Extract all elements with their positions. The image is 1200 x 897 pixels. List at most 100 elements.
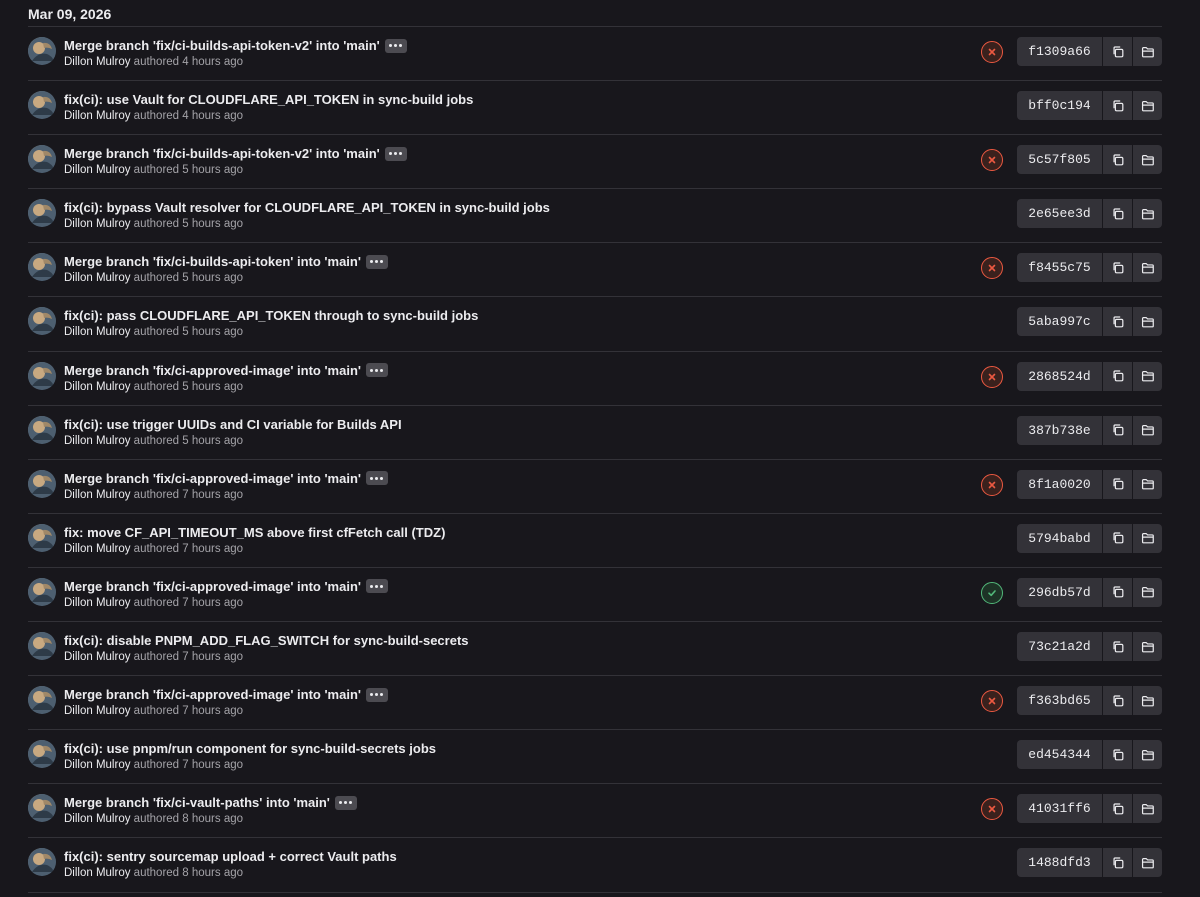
browse-files-button[interactable] [1133,632,1162,662]
commit-title[interactable]: fix: move CF_API_TIMEOUT_MS above first … [64,525,445,540]
browse-files-button[interactable] [1133,91,1162,121]
copy-sha-button[interactable] [1103,145,1132,175]
author-avatar[interactable] [28,469,56,498]
copy-sha-button[interactable] [1103,632,1132,662]
browse-files-button[interactable] [1133,794,1162,824]
commit-sha[interactable]: ed454344 [1017,740,1102,770]
commit-author[interactable]: Dillon Mulroy [64,597,130,609]
commit-title[interactable]: Merge branch 'fix/ci-builds-api-token' i… [64,254,361,269]
commit-sha[interactable]: 1488dfd3 [1017,848,1102,878]
copy-sha-button[interactable] [1103,253,1132,283]
browse-files-button[interactable] [1133,361,1162,391]
commit-sha[interactable]: f363bd65 [1017,686,1102,716]
commit-author[interactable]: Dillon Mulroy [64,867,130,879]
browse-files-button[interactable] [1133,307,1162,337]
commit-sha[interactable]: 2868524d [1017,361,1102,391]
copy-sha-button[interactable] [1103,415,1132,445]
commit-title[interactable]: fix(ci): pass CLOUDFLARE_API_TOKEN throu… [64,308,478,323]
author-avatar[interactable] [28,686,56,715]
commit-title[interactable]: Merge branch 'fix/ci-approved-image' int… [64,687,361,702]
browse-files-button[interactable] [1133,523,1162,553]
copy-sha-button[interactable] [1103,469,1132,499]
commit-sha[interactable]: bff0c194 [1017,91,1102,121]
browse-files-button[interactable] [1133,469,1162,499]
browse-files-button[interactable] [1133,848,1162,878]
copy-sha-button[interactable] [1103,361,1132,391]
commit-title[interactable]: fix(ci): use trigger UUIDs and CI variab… [64,417,402,432]
commit-sha[interactable]: 8f1a0020 [1017,469,1102,499]
author-avatar[interactable] [28,199,56,228]
pipeline-failed-status[interactable] [981,41,1003,63]
pipeline-passed-status[interactable] [981,581,1003,604]
pipeline-failed-status[interactable] [981,473,1003,496]
copy-sha-button[interactable] [1103,199,1132,229]
commit-title[interactable]: fix(ci): bypass Vault resolver for CLOUD… [64,200,550,215]
commit-sha[interactable]: 5aba997c [1017,307,1102,337]
copy-sha-button[interactable] [1103,307,1132,337]
commit-title[interactable]: Merge branch 'fix/ci-vault-paths' into '… [64,795,330,810]
commit-sha[interactable]: 5c57f805 [1017,145,1102,175]
author-avatar[interactable] [28,740,56,769]
copy-sha-button[interactable] [1103,794,1132,824]
copy-sha-button[interactable] [1103,686,1132,716]
commit-title[interactable]: fix(ci): sentry sourcemap upload + corre… [64,849,397,864]
author-avatar[interactable] [28,91,56,120]
copy-sha-button[interactable] [1103,740,1132,770]
author-avatar[interactable] [28,415,56,444]
commit-author[interactable]: Dillon Mulroy [64,164,130,176]
commit-author[interactable]: Dillon Mulroy [64,435,130,447]
author-avatar[interactable] [28,307,56,336]
commit-author[interactable]: Dillon Mulroy [64,326,130,338]
browse-files-button[interactable] [1133,145,1162,175]
commit-title[interactable]: fix(ci): use Vault for CLOUDFLARE_API_TO… [64,92,473,107]
copy-sha-button[interactable] [1103,523,1132,553]
commit-title[interactable]: fix(ci): disable PNPM_ADD_FLAG_SWITCH fo… [64,633,469,648]
author-avatar[interactable] [28,848,56,877]
copy-sha-button[interactable] [1103,848,1132,878]
expand-description-button[interactable] [365,363,388,378]
copy-sha-button[interactable] [1103,577,1132,607]
author-avatar[interactable] [28,523,56,552]
author-avatar[interactable] [28,37,56,65]
commit-author[interactable]: Dillon Mulroy [64,110,130,122]
commit-author[interactable]: Dillon Mulroy [64,705,130,717]
author-avatar[interactable] [28,145,56,174]
author-avatar[interactable] [28,361,56,390]
author-avatar[interactable] [28,253,56,282]
author-avatar[interactable] [28,794,56,823]
commit-author[interactable]: Dillon Mulroy [64,651,130,663]
pipeline-failed-status[interactable] [981,149,1003,172]
expand-description-button[interactable] [365,579,388,594]
pipeline-failed-status[interactable] [981,690,1003,713]
commit-title[interactable]: Merge branch 'fix/ci-approved-image' int… [64,363,361,378]
browse-files-button[interactable] [1133,740,1162,770]
author-avatar[interactable] [28,577,56,606]
commit-sha[interactable]: 2e65ee3d [1017,199,1102,229]
commit-sha[interactable]: 5794babd [1017,523,1102,553]
author-avatar[interactable] [28,632,56,661]
expand-description-button[interactable] [384,38,407,53]
commit-author[interactable]: Dillon Mulroy [64,759,130,771]
commit-sha[interactable]: f1309a66 [1017,37,1102,66]
commit-title[interactable]: fix(ci): use pnpm/run component for sync… [64,741,436,756]
browse-files-button[interactable] [1133,199,1162,229]
commit-author[interactable]: Dillon Mulroy [64,489,130,501]
browse-files-button[interactable] [1133,37,1162,66]
browse-files-button[interactable] [1133,686,1162,716]
commit-author[interactable]: Dillon Mulroy [64,218,130,230]
commit-author[interactable]: Dillon Mulroy [64,381,130,393]
commit-sha[interactable]: 41031ff6 [1017,794,1102,824]
copy-sha-button[interactable] [1103,37,1132,66]
commit-author[interactable]: Dillon Mulroy [64,543,130,555]
expand-description-button[interactable] [365,254,388,269]
browse-files-button[interactable] [1133,253,1162,283]
commit-title[interactable]: Merge branch 'fix/ci-builds-api-token-v2… [64,146,380,161]
pipeline-failed-status[interactable] [981,365,1003,388]
commit-title[interactable]: Merge branch 'fix/ci-approved-image' int… [64,579,361,594]
expand-description-button[interactable] [365,687,388,702]
expand-description-button[interactable] [365,471,388,486]
pipeline-failed-status[interactable] [981,257,1003,280]
commit-author[interactable]: Dillon Mulroy [64,272,130,284]
commit-sha[interactable]: 296db57d [1017,577,1102,607]
expand-description-button[interactable] [384,146,407,161]
